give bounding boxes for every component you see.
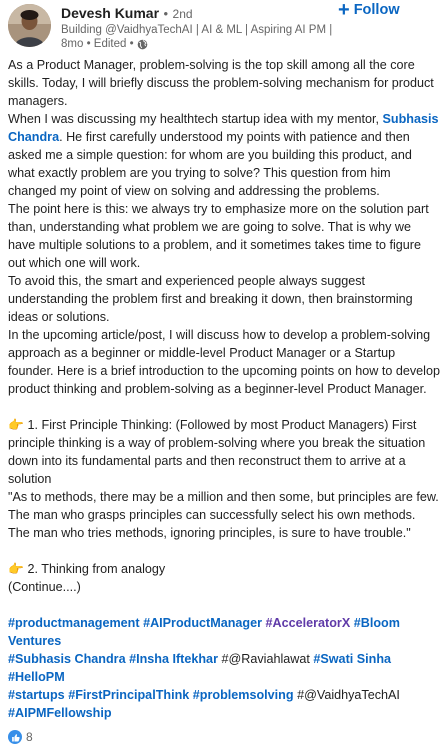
follow-label: Follow [353, 2, 400, 18]
paragraph-mentor: When I was discussing my healthtech star… [8, 112, 439, 198]
author-headline: Building @VaidhyaTechAI | AI & ML | Aspi… [61, 24, 336, 36]
paragraph-avoid: To avoid this, the smart and experienced… [8, 274, 413, 324]
hashtag-productmanagement[interactable]: #productmanagement [8, 616, 140, 630]
hashtag-aiproductmanager[interactable]: #AIProductManager [143, 616, 262, 630]
reaction-count: 8 [26, 730, 33, 744]
follow-button[interactable]: + Follow [338, 0, 400, 21]
post-header: Devesh Kumar • 2nd Building @VaidhyaTech… [0, 0, 447, 56]
hashtag-vaidhyatechai[interactable]: #@VaidhyaTechAI [297, 688, 400, 702]
hashtag-subhasis-chandra[interactable]: #Subhasis Chandra [8, 652, 126, 666]
paragraph-intro: As a Product Manager, problem-solving is… [8, 58, 434, 108]
post-age-edited: 8mo • Edited • [61, 38, 134, 50]
hashtag-firstprincipalthink[interactable]: #FirstPrincipalThink [68, 688, 189, 702]
hashtag-insha-iftekhar[interactable]: #Insha Iftekhar [129, 652, 218, 666]
hashtag-aipmfellowship[interactable]: #AIPMFellowship [8, 706, 112, 720]
hashtag-acceleratorx[interactable]: #AcceleratorX [266, 616, 351, 630]
plus-icon: + [338, 0, 350, 21]
hashtag-hellopm[interactable]: #HelloPM [8, 670, 65, 684]
author-name-row: Devesh Kumar • 2nd [61, 5, 193, 23]
post-meta: 8mo • Edited • [61, 38, 148, 50]
separator-dot: • [163, 6, 169, 21]
paragraph-upcoming: In the upcoming article/post, I will dis… [8, 328, 440, 396]
pointing-hand-icon: 👉 [8, 418, 24, 432]
post-body: As a Product Manager, problem-solving is… [8, 56, 440, 722]
author-name[interactable]: Devesh Kumar [61, 5, 159, 21]
continue-text: (Continue....) [8, 580, 81, 594]
connection-degree: 2nd [172, 7, 193, 21]
hashtag-problemsolving[interactable]: #problemsolving [193, 688, 294, 702]
paragraph-quote: "As to methods, there may be a million a… [8, 490, 439, 540]
paragraph-analogy: 👉 2. Thinking from analogy [8, 562, 166, 576]
hashtag-block: #productmanagement #AIProductManager #Ac… [8, 614, 440, 722]
hashtag-raviahlawat[interactable]: #@Raviahlawat [221, 652, 309, 666]
paragraph-point: The point here is this: we always try to… [8, 202, 429, 270]
reactions-bar[interactable]: 8 [8, 730, 33, 744]
hashtag-startups[interactable]: #startups [8, 688, 65, 702]
pointing-hand-icon: 👉 [8, 562, 24, 576]
paragraph-first-principle: 👉 1. First Principle Thinking: (Followed… [8, 418, 426, 486]
avatar[interactable] [8, 4, 51, 47]
like-icon [8, 730, 22, 744]
globe-icon [137, 39, 148, 50]
hashtag-swati-sinha[interactable]: #Swati Sinha [313, 652, 391, 666]
